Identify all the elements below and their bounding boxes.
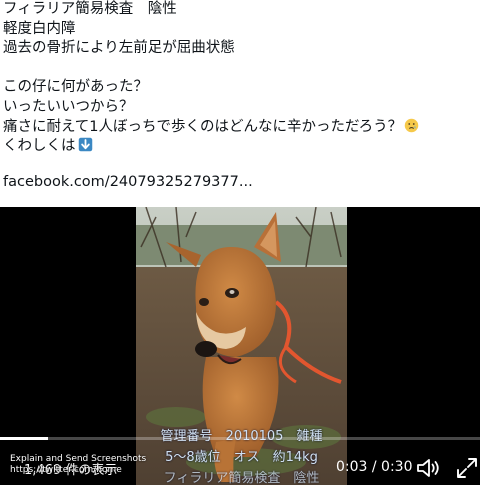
facebook-link[interactable]: facebook.com/24079325279377... [3, 174, 253, 190]
tooltip-url: https://twitter.com/home [10, 465, 122, 475]
down-arrow-icon [78, 137, 92, 152]
tweet-line-7: 痛さに耐えて1人ぼっちで歩くのはどんなに辛かっただろう？ [3, 118, 477, 138]
tweet-line-1: フィラリア簡易検査 陰性 [3, 1, 177, 17]
crying-face-icon [404, 118, 419, 132]
tweet-line-2: 軽度白内障 [3, 20, 76, 37]
time-display: 0:03 / 0:30 [336, 459, 413, 475]
video-caption-details: 5～8歳位 オス 約14kg [165, 450, 318, 465]
fullscreen-icon [457, 458, 477, 478]
speaker-icon [417, 459, 439, 477]
video-caption-test: フィラリア簡易検査 陰性 [163, 471, 320, 485]
tweet-line-7-text: 痛さに耐えて1人ぼっちで歩くのはどんなに辛かっただろう？ [3, 118, 403, 135]
tweet-line-5: この仔に何があった？ [3, 79, 148, 96]
video-caption-id: 管理番号 2010105 雑種 [160, 429, 323, 444]
tooltip-title: Explain and Send Screenshots [10, 454, 147, 464]
screenshot-tooltip: Explain and Send Screenshots https://twi… [10, 454, 146, 476]
tweet-line-8-text: くわしくは [3, 138, 76, 155]
tweet-line-3: 過去の骨折により左前足が屈曲状態 [3, 40, 235, 57]
video-player[interactable]: 管理番号 2010105 雑種 5～8歳位 オス 約14kg フィラリア簡易検査… [0, 207, 480, 485]
volume-button[interactable] [415, 456, 441, 480]
progress-bar[interactable] [0, 437, 480, 440]
fullscreen-button[interactable] [455, 456, 480, 480]
tweet-line-6: いったいいつから？ [3, 98, 134, 115]
tweet-text: フィラリア簡易検査 陰性 軽度白内障 過去の骨折により左前足が屈曲状態 この仔に… [3, 0, 477, 157]
progress-fill [0, 437, 48, 440]
tweet-line-8: くわしくは [3, 137, 477, 157]
